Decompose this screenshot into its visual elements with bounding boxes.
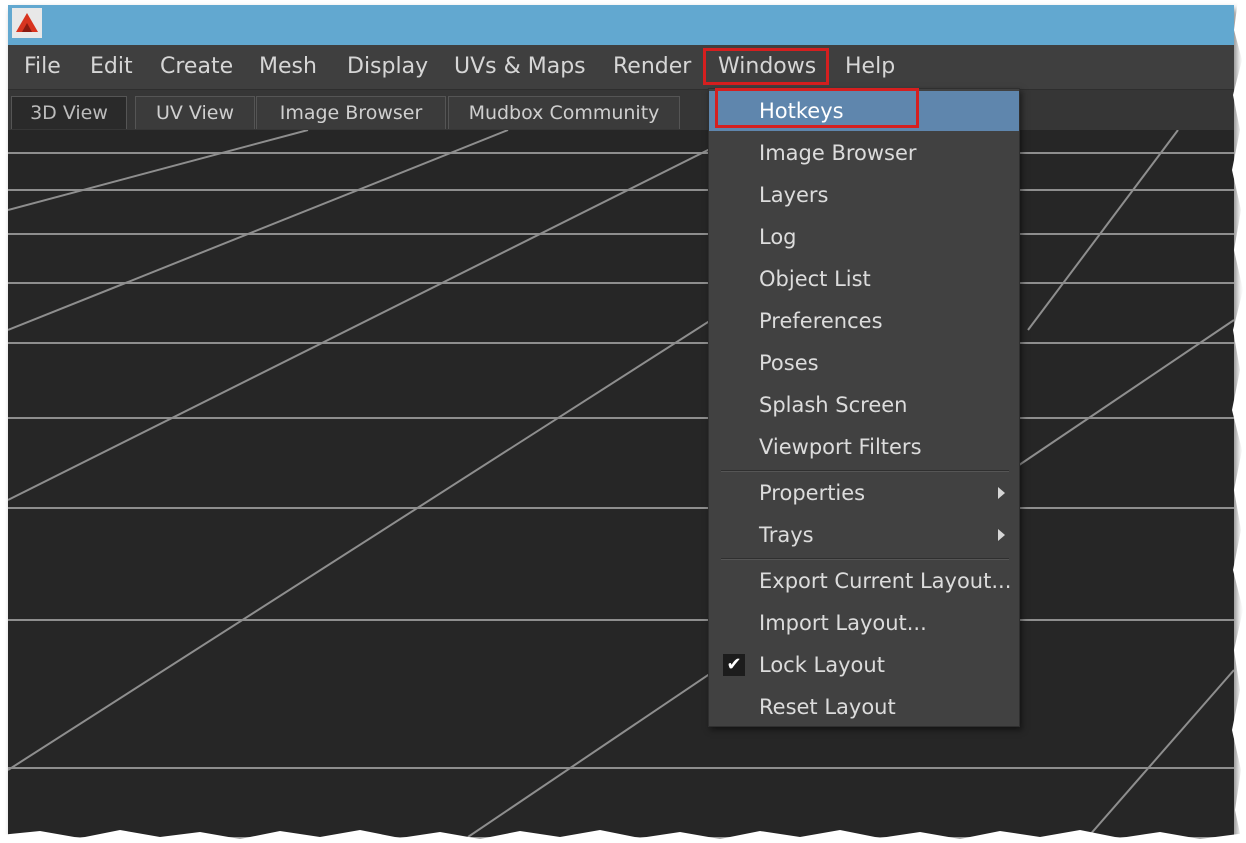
title-bar — [8, 5, 1234, 45]
menu-uvs-maps[interactable]: UVs & Maps — [454, 53, 586, 81]
menu-separator — [721, 558, 1009, 560]
menu-item-layers[interactable]: Layers — [709, 175, 1019, 215]
menu-bar: File Edit Create Mesh Display UVs & Maps… — [8, 45, 1234, 90]
windows-menu-highlight — [703, 48, 829, 85]
menu-item-log[interactable]: Log — [709, 217, 1019, 257]
menu-item-export-current-layout[interactable]: Export Current Layout... — [709, 561, 1019, 601]
menu-display[interactable]: Display — [347, 53, 428, 81]
menu-create[interactable]: Create — [160, 53, 233, 81]
menu-file[interactable]: File — [24, 53, 61, 81]
torn-edge-right — [1232, 0, 1246, 843]
menu-item-object-list[interactable]: Object List — [709, 259, 1019, 299]
menu-item-splash-screen[interactable]: Splash Screen — [709, 385, 1019, 425]
menu-edit[interactable]: Edit — [90, 53, 133, 81]
tab-mudbox-community[interactable]: Mudbox Community — [448, 96, 680, 129]
hotkeys-item-highlight — [715, 88, 919, 128]
menu-item-viewport-filters[interactable]: Viewport Filters — [709, 427, 1019, 467]
tab-3d-view[interactable]: 3D View — [11, 96, 127, 129]
menu-help[interactable]: Help — [845, 53, 895, 81]
menu-item-properties[interactable]: Properties — [709, 473, 1019, 513]
menu-mesh[interactable]: Mesh — [259, 53, 317, 81]
submenu-arrow-icon — [998, 487, 1005, 499]
grid-floor — [8, 130, 1234, 837]
checkmark-icon: ✔ — [723, 654, 745, 676]
view-tab-bar: 3D View UV View Image Browser Mudbox Com… — [8, 90, 1234, 130]
tab-image-browser[interactable]: Image Browser — [256, 96, 446, 129]
submenu-arrow-icon — [998, 529, 1005, 541]
menu-separator — [721, 470, 1009, 472]
menu-item-image-browser[interactable]: Image Browser — [709, 133, 1019, 173]
mudbox-logo-icon[interactable] — [12, 8, 42, 38]
menu-item-import-layout[interactable]: Import Layout... — [709, 603, 1019, 643]
menu-item-poses[interactable]: Poses — [709, 343, 1019, 383]
tab-uv-view[interactable]: UV View — [135, 96, 255, 129]
menu-item-reset-layout[interactable]: Reset Layout — [709, 687, 1019, 727]
torn-edge-bottom — [0, 830, 1246, 843]
menu-render[interactable]: Render — [613, 53, 691, 81]
3d-viewport[interactable] — [8, 130, 1234, 837]
menu-item-lock-layout[interactable]: ✔ Lock Layout — [709, 645, 1019, 685]
app-window: File Edit Create Mesh Display UVs & Maps… — [8, 5, 1234, 837]
menu-item-trays[interactable]: Trays — [709, 515, 1019, 555]
menu-item-preferences[interactable]: Preferences — [709, 301, 1019, 341]
windows-dropdown-menu: Hotkeys Image Browser Layers Log Object … — [708, 88, 1020, 727]
